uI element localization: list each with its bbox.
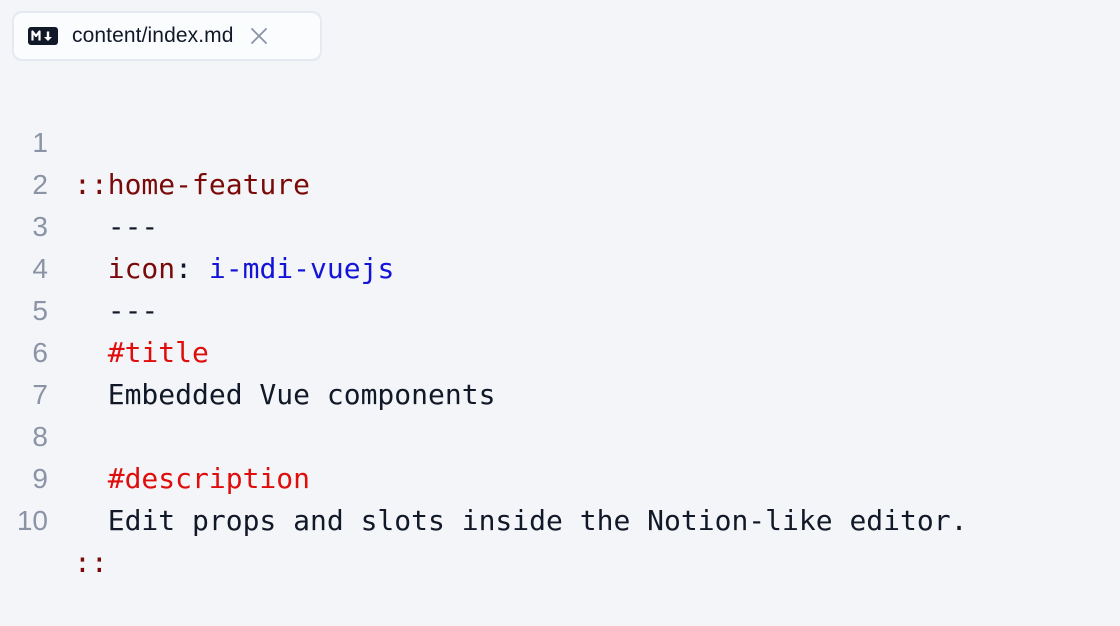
code-line: 4 ---	[0, 206, 1120, 327]
line-content: Edit props and slots inside the Notion-l…	[74, 504, 968, 537]
code-line: 9 Edit props and slots inside the Notion…	[0, 416, 1120, 537]
code-line: 10 ::	[0, 458, 1120, 579]
tab-bar: content/index.md	[0, 0, 1120, 72]
tab-filename: content/index.md	[72, 24, 234, 47]
markdown-icon	[28, 27, 58, 45]
code-line: 3 icon: i-mdi-vuejs	[0, 164, 1120, 285]
code-line: 2 ---	[0, 122, 1120, 243]
file-tab[interactable]: content/index.md	[12, 11, 322, 61]
close-icon[interactable]	[248, 25, 270, 47]
code-line: 8 #description	[0, 374, 1120, 495]
block-marker: ::	[74, 546, 108, 579]
code-line: 1 ::home-feature	[0, 80, 1120, 201]
code-line: 7	[0, 332, 1120, 410]
code-line: 6 Embedded Vue components	[0, 290, 1120, 411]
code-editor[interactable]: 1 ::home-feature 2 --- 3 icon: i-mdi-vue…	[0, 80, 1120, 579]
line-number: 10	[16, 505, 48, 536]
code-line: 5 #title	[0, 248, 1120, 369]
